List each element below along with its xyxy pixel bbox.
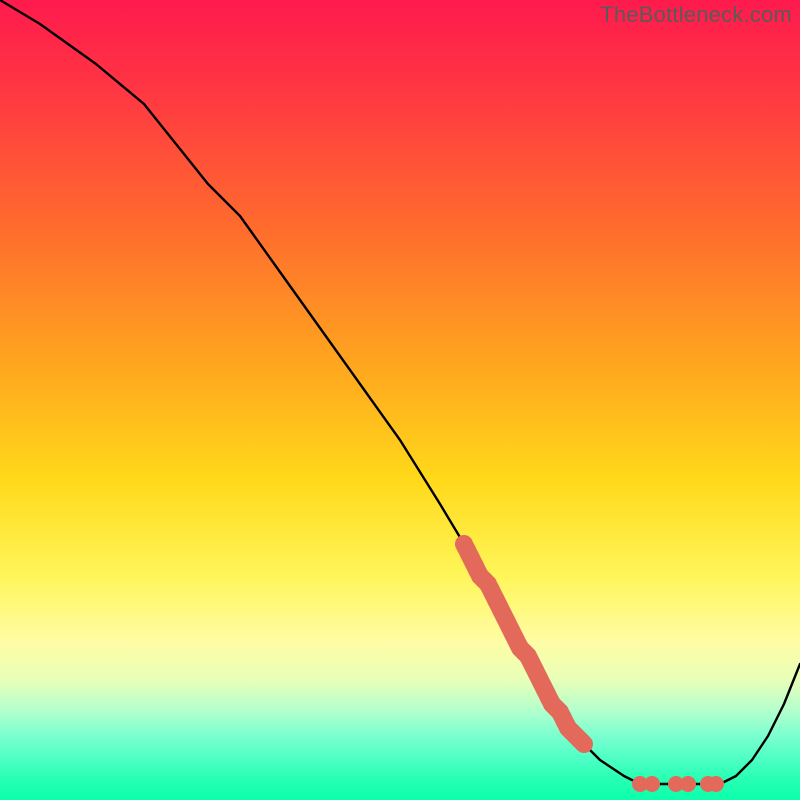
marker-dot [680,776,696,792]
highlight-dot [575,735,593,753]
marker-dot [708,776,724,792]
bottleneck-curve [0,0,800,784]
plot-svg [0,0,800,800]
marker-dot [644,776,660,792]
chart-area: TheBottleneck.com [0,0,800,800]
